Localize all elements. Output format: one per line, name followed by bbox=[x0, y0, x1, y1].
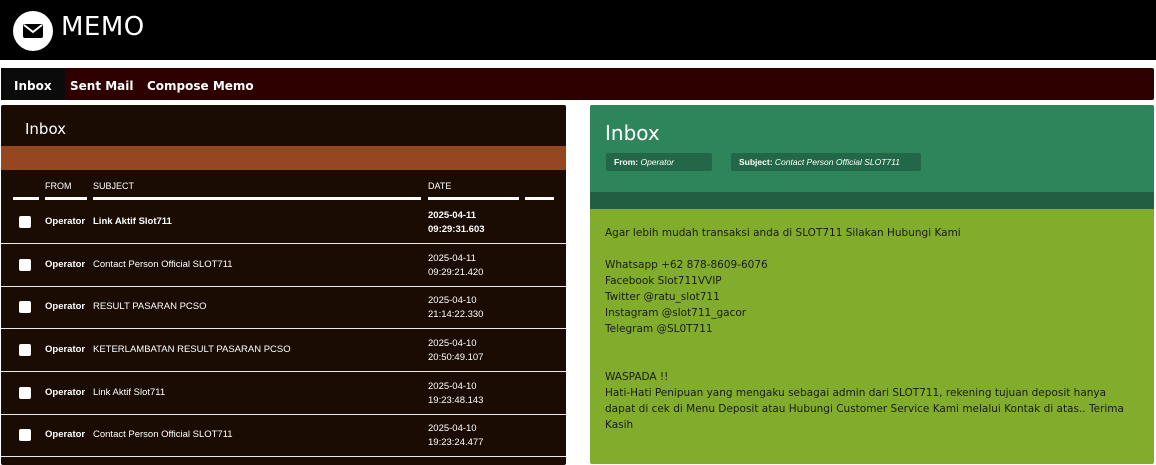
message-divider bbox=[590, 192, 1154, 209]
row-subject[interactable]: Contact Person Official SLOT711 bbox=[93, 259, 233, 270]
column-divider bbox=[93, 197, 421, 200]
row-checkbox[interactable] bbox=[19, 429, 31, 441]
contact-whatsapp: Whatsapp +62 878-8609-6076 bbox=[605, 259, 768, 271]
message-body: Agar lebih mudah transaksi anda di SLOT7… bbox=[605, 225, 1145, 433]
inbox-toolbar bbox=[1, 146, 566, 170]
row-checkbox[interactable] bbox=[19, 259, 31, 271]
row-date: 2025-04-10 21:14:22.330 bbox=[428, 295, 484, 320]
nav-inbox[interactable]: Inbox bbox=[1, 68, 65, 100]
message-intro: Agar lebih mudah transaksi anda di SLOT7… bbox=[605, 227, 961, 239]
row-date: 2025-04-10 19:23:24.477 bbox=[428, 423, 484, 448]
row-from: Operator bbox=[45, 301, 86, 312]
warning-line: Kasih bbox=[605, 419, 634, 431]
column-header-subject[interactable]: SUBJECT bbox=[93, 181, 134, 191]
row-subject[interactable]: Link Aktif Slot711 bbox=[93, 216, 172, 227]
contact-instagram: Instagram @slot711_gacor bbox=[605, 307, 747, 319]
main-nav: Inbox Sent Mail Compose Memo bbox=[1, 68, 1154, 100]
table-row[interactable]: Operator RESULT PASARAN PCSO 2025-04-10 2… bbox=[1, 286, 566, 329]
row-checkbox[interactable] bbox=[19, 387, 31, 399]
contact-facebook: Facebook Slot711VVIP bbox=[605, 275, 722, 287]
envelope-icon bbox=[13, 11, 53, 51]
message-panel: Inbox From: Operator Subject: Contact Pe… bbox=[590, 105, 1154, 464]
column-divider bbox=[525, 197, 554, 200]
column-divider bbox=[428, 197, 519, 200]
warning-title: WASPADA !! bbox=[605, 371, 669, 383]
row-from: Operator bbox=[45, 259, 86, 270]
table-row[interactable]: Operator Contact Person Official SLOT711… bbox=[1, 244, 566, 287]
contact-twitter: Twitter @ratu_slot711 bbox=[605, 291, 720, 303]
row-from: Operator bbox=[45, 387, 86, 398]
row-subject[interactable]: KETERLAMBATAN RESULT PASARAN PCSO bbox=[93, 344, 291, 355]
inbox-panel: Inbox FROM SUBJECT DATE Operator Link Ak… bbox=[1, 105, 566, 465]
table-row[interactable]: Operator Link Aktif Slot711 2025-04-10 19… bbox=[1, 372, 566, 415]
message-subject: Subject: Contact Person Official SLOT711 bbox=[731, 153, 921, 171]
app-header: MEMO bbox=[0, 0, 1156, 60]
row-from: Operator bbox=[45, 429, 86, 440]
message-header: Inbox From: Operator Subject: Contact Pe… bbox=[590, 105, 1154, 192]
app-title: MEMO bbox=[61, 12, 145, 42]
column-header-from[interactable]: FROM bbox=[45, 181, 72, 191]
table-row[interactable]: Operator KETERLAMBATAN RESULT PASARAN PC… bbox=[1, 329, 566, 372]
nav-compose-memo[interactable]: Compose Memo bbox=[134, 68, 267, 100]
column-divider bbox=[13, 197, 39, 200]
row-subject[interactable]: Contact Person Official SLOT711 bbox=[93, 429, 233, 440]
column-divider bbox=[45, 197, 87, 200]
row-checkbox[interactable] bbox=[19, 216, 31, 228]
inbox-title: Inbox bbox=[25, 120, 67, 138]
column-header-date[interactable]: DATE bbox=[428, 181, 451, 191]
table-row[interactable]: Operator Link Aktif Slot711 2025-04-11 09… bbox=[1, 201, 566, 244]
row-from: Operator bbox=[45, 344, 86, 355]
row-subject[interactable]: RESULT PASARAN PCSO bbox=[93, 301, 207, 312]
row-from: Operator bbox=[45, 216, 86, 227]
row-date: 2025-04-11 09:29:31.603 bbox=[428, 210, 485, 235]
message-title: Inbox bbox=[605, 121, 660, 145]
table-row[interactable]: Operator Contact Person Official SLOT711… bbox=[1, 414, 566, 457]
row-checkbox[interactable] bbox=[19, 344, 31, 356]
warning-line: dapat di cek di Menu Deposit atau Hubung… bbox=[605, 403, 1124, 415]
contact-telegram: Telegram @SL0T711 bbox=[605, 323, 713, 335]
row-date: 2025-04-11 09:29:21.420 bbox=[428, 253, 484, 278]
row-subject[interactable]: Link Aktif Slot711 bbox=[93, 387, 165, 398]
message-from: From: Operator bbox=[606, 153, 712, 171]
row-checkbox[interactable] bbox=[19, 301, 31, 313]
warning-line: Hati-Hati Penipuan yang mengaku sebagai … bbox=[605, 387, 1107, 399]
row-date: 2025-04-10 20:50:49.107 bbox=[428, 338, 484, 363]
row-date: 2025-04-10 19:23:48.143 bbox=[428, 381, 484, 406]
